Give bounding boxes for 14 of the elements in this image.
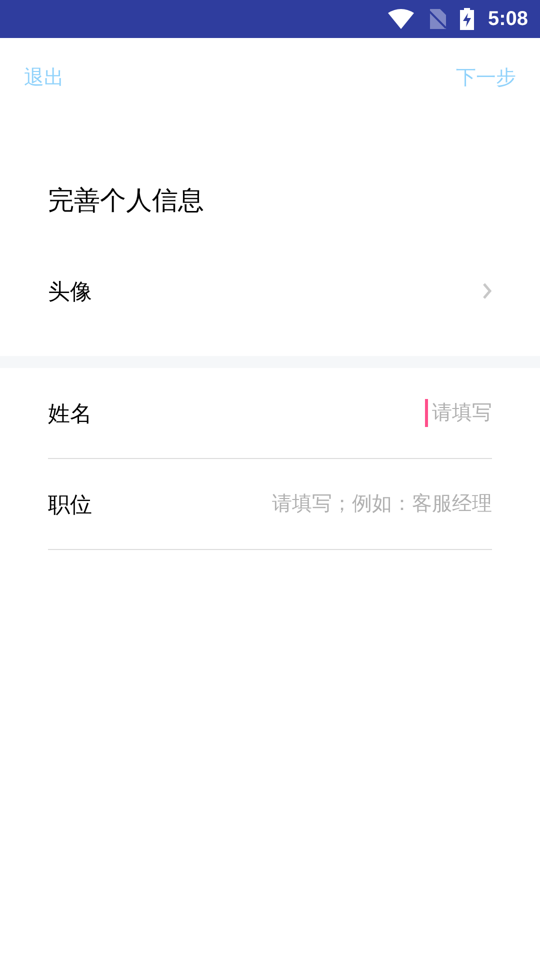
wifi-icon <box>388 9 414 29</box>
text-input[interactable]: 请填写；例如：客服经理 <box>268 489 492 519</box>
page-title: 完善个人信息 <box>48 184 205 217</box>
next-step-button[interactable]: 下一步 <box>456 63 516 93</box>
chevron-right-icon <box>482 282 492 300</box>
field-label: 姓名 <box>48 400 92 428</box>
text-input[interactable]: 请填写 <box>428 398 492 428</box>
exit-button[interactable]: 退出 <box>24 63 64 93</box>
battery-charging-icon <box>460 8 474 30</box>
clock: 5:08 <box>488 7 528 32</box>
avatar-row[interactable]: 头像 <box>0 246 540 336</box>
field-label: 职位 <box>48 490 92 518</box>
no-sim-icon <box>428 9 446 29</box>
avatar-label: 头像 <box>48 278 92 306</box>
